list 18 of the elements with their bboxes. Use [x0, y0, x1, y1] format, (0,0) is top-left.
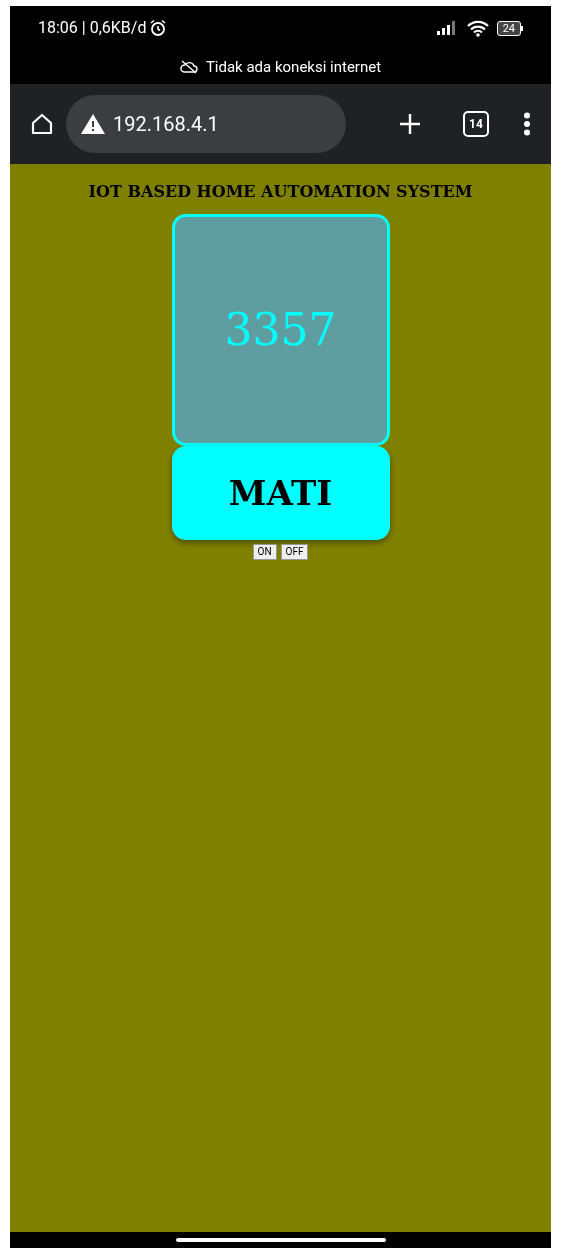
- warning-icon: [81, 114, 105, 134]
- toggle-button[interactable]: ON: [252, 544, 277, 560]
- battery-indicator: 24: [496, 20, 523, 36]
- page-heading: IOT BASED HOME AUTOMATION SYSTEM: [88, 181, 473, 203]
- plus-icon[interactable]: [399, 113, 421, 135]
- cloud-off-icon: [179, 60, 198, 74]
- url-text: 192.168.4.1: [113, 111, 219, 138]
- reading-value: 3357: [224, 303, 337, 357]
- tab-count-button[interactable]: 14: [463, 111, 489, 137]
- alarm-clock-icon: [149, 19, 168, 37]
- wifi-icon: [466, 19, 489, 37]
- connection-notice: Tidak ada koneksi internet: [205, 56, 382, 78]
- toggle-button[interactable]: OFF: [280, 544, 309, 560]
- home-icon[interactable]: [30, 112, 54, 136]
- more-options-icon[interactable]: [523, 112, 531, 136]
- status-label: MATI: [228, 471, 333, 515]
- address-bar[interactable]: 192.168.4.1: [66, 95, 346, 153]
- status-time: 18:06 | 0,6KB/d: [38, 17, 147, 39]
